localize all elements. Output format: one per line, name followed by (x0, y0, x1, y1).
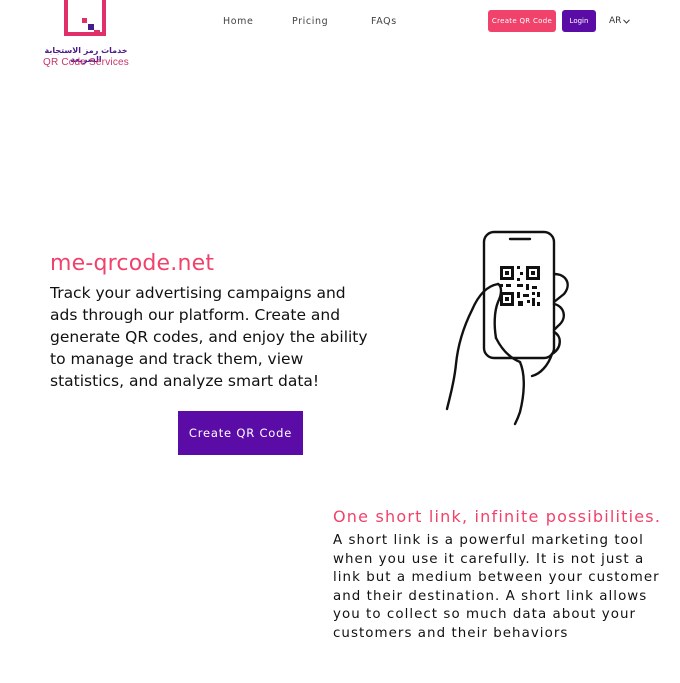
logo-english-text: QR Code Services (42, 57, 129, 68)
nav-home-link[interactable]: Home (223, 16, 253, 27)
chevron-down-icon (623, 18, 631, 24)
section-description: A short link is a powerful marketing too… (333, 533, 660, 641)
hero-description: Track your advertising campaigns and ads… (50, 284, 368, 390)
login-button[interactable]: Login (562, 10, 596, 32)
nav-pricing-link[interactable]: Pricing (292, 16, 328, 27)
language-selector[interactable]: AR (609, 16, 631, 26)
section-title: One short link, infinite possibilities. (333, 507, 662, 526)
nav-faqs-link[interactable]: FAQs (371, 16, 397, 27)
hand-holding-phone-qr-icon (445, 230, 569, 426)
hero-title: me-qrcode.net (50, 251, 215, 276)
logo[interactable]: خدمات رمز الاستجابة السريعة QR Code Serv… (34, 0, 138, 72)
hero-create-qr-button[interactable]: Create QR Code (178, 411, 303, 455)
language-label: AR (609, 16, 622, 26)
logo-mark-icon (64, 0, 106, 36)
header-create-qr-button[interactable]: Create QR Code (488, 10, 556, 32)
